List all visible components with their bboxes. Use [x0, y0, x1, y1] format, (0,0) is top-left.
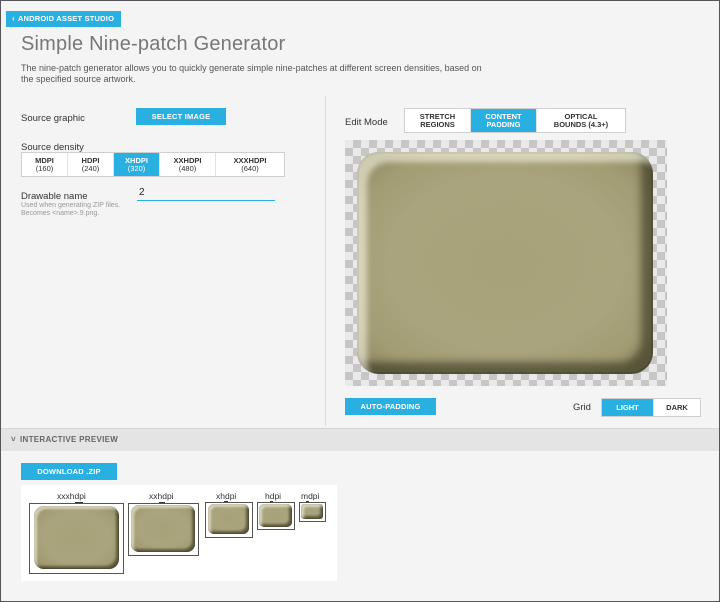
density-value: (240): [81, 164, 100, 173]
preview-patch-mdpi: [301, 504, 323, 519]
app-window: ‹ ANDROID ASSET STUDIO Simple Nine-patch …: [0, 0, 720, 602]
chevron-left-icon: ‹: [12, 14, 15, 23]
drawable-name-label: Drawable name: [21, 191, 88, 202]
panel-divider: [325, 96, 326, 426]
preview-label-mdpi: mdpi: [301, 491, 320, 501]
edit-mode-label: Edit Mode: [345, 117, 388, 128]
auto-padding-button[interactable]: AUTO-PADDING: [345, 398, 436, 415]
density-value: (160): [35, 164, 54, 173]
density-option-xhdpi[interactable]: XHDPI (320): [114, 153, 160, 176]
section-label: INTERACTIVE PREVIEW: [19, 435, 119, 444]
preview-frame-xxhdpi: [128, 503, 199, 556]
edit-mode-content-padding[interactable]: CONTENT PADDING: [471, 109, 537, 132]
edit-mode-selector: STRETCH REGIONS CONTENT PADDING OPTICAL BOU…: [404, 108, 626, 133]
grid-option-dark[interactable]: DARK: [654, 399, 700, 416]
density-value: (640): [241, 164, 259, 173]
page-title: Simple Nine-patch Generator: [21, 33, 286, 55]
edit-mode-line2: BOUNDS (4.3+): [553, 120, 609, 129]
source-density-selector: MDPI (160) HDPI (240) XHDPI (320) XXHDPI (48…: [21, 152, 285, 177]
preview-patch-hdpi: [259, 504, 292, 527]
preview-label-xxxhdpi: xxxhdpi: [57, 491, 86, 501]
density-option-mdpi[interactable]: MDPI (160): [22, 153, 68, 176]
select-image-button[interactable]: SELECT IMAGE: [136, 108, 226, 125]
section-header-text: ˅ INTERACTIVE PREVIEW: [11, 435, 118, 444]
edit-mode-line2: PADDING: [486, 120, 521, 129]
preview-frame-hdpi: [257, 502, 295, 530]
edit-mode-optical-bounds[interactable]: OPTICAL BOUNDS (4.3+): [537, 109, 625, 132]
chevron-down-icon: ˅: [11, 435, 16, 444]
edit-mode-line2: REGIONS: [420, 120, 455, 129]
preview-patch-xxxhdpi: [34, 506, 119, 569]
nine-patch-editor-canvas[interactable]: [345, 140, 667, 386]
nine-patch-image: [357, 152, 653, 374]
density-value: (320): [127, 164, 146, 173]
interactive-preview-header[interactable]: ˅ INTERACTIVE PREVIEW: [1, 428, 719, 451]
source-graphic-label: Source graphic: [21, 113, 85, 124]
drawable-name-input[interactable]: [137, 185, 275, 201]
grid-option-light[interactable]: LIGHT: [602, 399, 654, 416]
drawable-name-hint: Used when generating ZIP files. Becomes …: [21, 202, 121, 217]
page-description: The nine-patch generator allows you to q…: [21, 63, 482, 84]
preview-label-hdpi: hdpi: [265, 491, 282, 501]
preview-area: xxxhdpi xxhdpi xhdpi hdpi mdpi: [21, 485, 337, 581]
preview-patch-xxhdpi: [131, 505, 195, 552]
preview-label-xhdpi: xhdpi: [216, 491, 237, 501]
preview-frame-xxxhdpi: [29, 503, 124, 574]
density-value: (480): [178, 164, 197, 173]
grid-label: Grid: [573, 402, 591, 413]
preview-frame-xhdpi: [205, 502, 253, 538]
preview-patch-xhdpi: [208, 504, 249, 534]
preview-frame-mdpi: [299, 502, 326, 522]
density-option-xxxhdpi[interactable]: XXXHDPI (640): [216, 153, 284, 176]
density-option-xxhdpi[interactable]: XXHDPI (480): [160, 153, 216, 176]
back-to-asset-studio-button[interactable]: ‹ ANDROID ASSET STUDIO: [6, 11, 122, 27]
density-option-hdpi[interactable]: HDPI (240): [68, 153, 114, 176]
preview-label-xxhdpi: xxhdpi: [149, 491, 174, 501]
back-button-label: ANDROID ASSET STUDIO: [17, 14, 115, 23]
edit-mode-stretch-regions[interactable]: STRETCH REGIONS: [405, 109, 471, 132]
download-zip-button[interactable]: DOWNLOAD .ZIP: [21, 463, 117, 480]
grid-selector: LIGHT DARK: [601, 398, 701, 417]
